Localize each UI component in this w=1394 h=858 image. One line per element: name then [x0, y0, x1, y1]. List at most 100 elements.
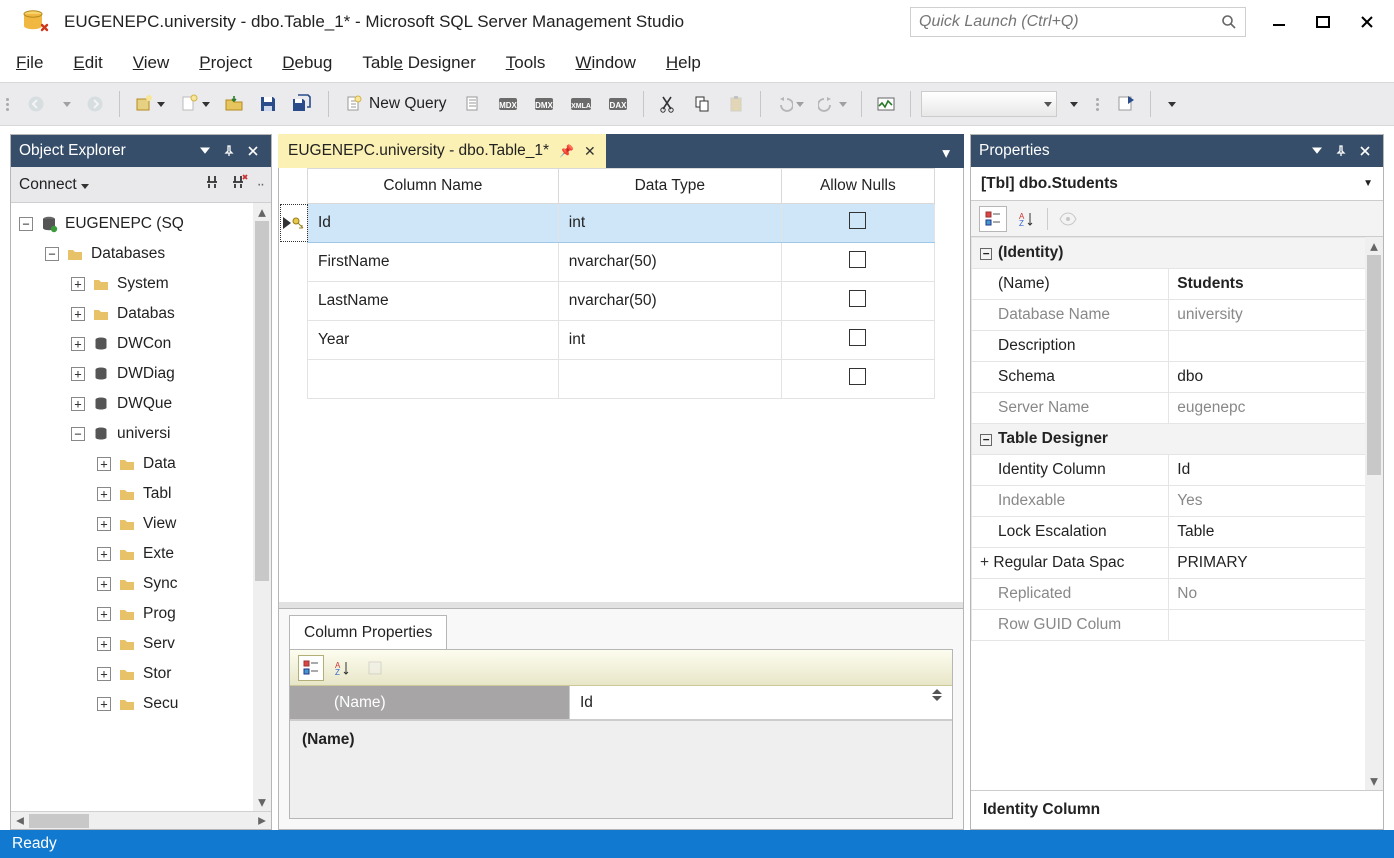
disconnect-button[interactable] [203, 173, 221, 196]
undo-button[interactable] [771, 90, 808, 118]
nav-back-dropdown[interactable] [56, 90, 75, 118]
new-query-button[interactable]: New Query [339, 90, 453, 118]
open-button[interactable] [220, 90, 248, 118]
properties-grid[interactable]: −(Identity)(Name)StudentsDatabase Nameun… [971, 237, 1383, 790]
property-row[interactable]: Database Nameuniversity [972, 300, 1383, 331]
menu-table-designer[interactable]: Table Designer [362, 53, 475, 73]
object-explorer-tree[interactable]: − EUGENEPC (SQ − Databases +System +Data… [11, 203, 271, 811]
menu-debug[interactable]: Debug [282, 53, 332, 73]
panel-close-button[interactable] [1355, 141, 1375, 161]
data-type-cell[interactable]: int [558, 321, 781, 360]
property-row[interactable]: Row GUID Colum [972, 610, 1383, 641]
property-row[interactable]: + Regular Data SpacPRIMARY [972, 548, 1383, 579]
data-type-cell[interactable]: nvarchar(50) [558, 243, 781, 282]
property-value[interactable]: PRIMARY [1169, 548, 1383, 579]
alphabetical-button[interactable]: AZ [1013, 206, 1041, 232]
new-project-button[interactable] [130, 90, 169, 118]
menu-project[interactable]: Project [199, 53, 252, 73]
panel-close-button[interactable] [243, 141, 263, 161]
copy-button[interactable] [688, 90, 716, 118]
property-row[interactable]: (Name)Students [972, 269, 1383, 300]
allow-nulls-cell[interactable] [781, 243, 934, 282]
property-value[interactable] [1169, 331, 1383, 362]
nav-fwd-button[interactable] [81, 90, 109, 118]
property-value[interactable]: Id [1169, 455, 1383, 486]
column-properties-tab[interactable]: Column Properties [289, 615, 447, 650]
property-row[interactable]: Server Nameeugenepc [972, 393, 1383, 424]
panel-pin-button[interactable] [1331, 141, 1351, 161]
column-row[interactable]: LastNamenvarchar(50) [308, 282, 935, 321]
allow-nulls-cell[interactable] [781, 204, 934, 243]
categorized-button[interactable] [979, 206, 1007, 232]
database-combo[interactable] [921, 91, 1057, 117]
cut-button[interactable] [654, 90, 682, 118]
panel-menu-button[interactable] [195, 141, 215, 161]
toolbar-grip[interactable] [6, 98, 12, 111]
menu-edit[interactable]: Edit [73, 53, 102, 73]
alphabetical-button[interactable]: AZ [330, 655, 356, 681]
dbengine-query-button[interactable] [459, 90, 487, 118]
close-button[interactable] [1356, 11, 1378, 33]
checkbox-icon[interactable] [849, 368, 866, 385]
menu-view[interactable]: View [133, 53, 170, 73]
property-value[interactable]: Table [1169, 517, 1383, 548]
property-value[interactable]: dbo [1169, 362, 1383, 393]
property-value[interactable]: Yes [1169, 486, 1383, 517]
horizontal-scrollbar[interactable]: ◂▸ [11, 811, 271, 829]
property-value[interactable] [1169, 610, 1383, 641]
collapse-icon[interactable]: − [71, 427, 85, 441]
dax-query-button[interactable]: DAX [603, 90, 633, 118]
maximize-button[interactable] [1312, 11, 1334, 33]
paste-button[interactable] [722, 90, 750, 118]
panel-pin-button[interactable] [219, 141, 239, 161]
checkbox-icon[interactable] [849, 251, 866, 268]
overflow-button[interactable] [1161, 90, 1180, 118]
expand-icon[interactable]: + [71, 367, 85, 381]
expand-icon[interactable]: + [71, 277, 85, 291]
pin-icon[interactable]: 📌 [559, 144, 574, 158]
debug-target-button[interactable] [1063, 90, 1082, 118]
allow-nulls-cell[interactable] [781, 282, 934, 321]
allow-nulls-cell[interactable] [781, 321, 934, 360]
expand-icon[interactable]: + [97, 487, 111, 501]
close-icon[interactable]: ✕ [584, 143, 596, 160]
spinner-icon[interactable] [932, 689, 942, 701]
document-tab[interactable]: EUGENEPC.university - dbo.Table_1* 📌 ✕ [278, 134, 606, 168]
property-row[interactable]: IndexableYes [972, 486, 1383, 517]
expand-icon[interactable]: + [71, 337, 85, 351]
checkbox-icon[interactable] [849, 290, 866, 307]
connect-dropdown[interactable]: Connect [19, 176, 89, 194]
expand-icon[interactable]: + [97, 457, 111, 471]
tab-overflow-button[interactable]: ▾ [934, 138, 958, 168]
data-type-cell[interactable]: nvarchar(50) [558, 282, 781, 321]
menu-window[interactable]: Window [575, 53, 635, 73]
column-row[interactable]: Idint [308, 204, 935, 243]
property-row[interactable]: Schemadbo [972, 362, 1383, 393]
property-category[interactable]: −(Identity) [972, 238, 1383, 269]
save-all-button[interactable] [288, 90, 318, 118]
vertical-scrollbar[interactable]: ▴▾ [1365, 237, 1383, 790]
columns-grid[interactable]: Column Name Data Type Allow Nulls IdintF… [279, 168, 963, 399]
expand-icon[interactable]: + [71, 397, 85, 411]
property-row[interactable]: ReplicatedNo [972, 579, 1383, 610]
checkbox-icon[interactable] [849, 212, 866, 229]
vertical-scrollbar[interactable]: ▴▾ [253, 203, 271, 811]
properties-subject[interactable]: [Tbl] dbo.Students ▼ [971, 167, 1383, 201]
column-row[interactable]: Yearint [308, 321, 935, 360]
property-row[interactable]: (Name) Id [290, 686, 952, 720]
data-type-cell[interactable]: int [558, 204, 781, 243]
dmx-query-button[interactable]: DMX [529, 90, 559, 118]
generate-script-button[interactable] [1112, 90, 1140, 118]
panel-menu-button[interactable] [1307, 141, 1327, 161]
new-item-button[interactable] [175, 90, 214, 118]
menu-tools[interactable]: Tools [506, 53, 546, 73]
checkbox-icon[interactable] [849, 329, 866, 346]
expand-icon[interactable]: + [97, 667, 111, 681]
expand-icon[interactable]: + [97, 517, 111, 531]
toolbar-grip-2[interactable] [1096, 98, 1102, 111]
expand-icon[interactable]: + [97, 547, 111, 561]
save-button[interactable] [254, 90, 282, 118]
column-name-cell[interactable]: Id [308, 204, 559, 243]
property-category[interactable]: −Table Designer [972, 424, 1383, 455]
column-header-nulls[interactable]: Allow Nulls [781, 169, 934, 204]
